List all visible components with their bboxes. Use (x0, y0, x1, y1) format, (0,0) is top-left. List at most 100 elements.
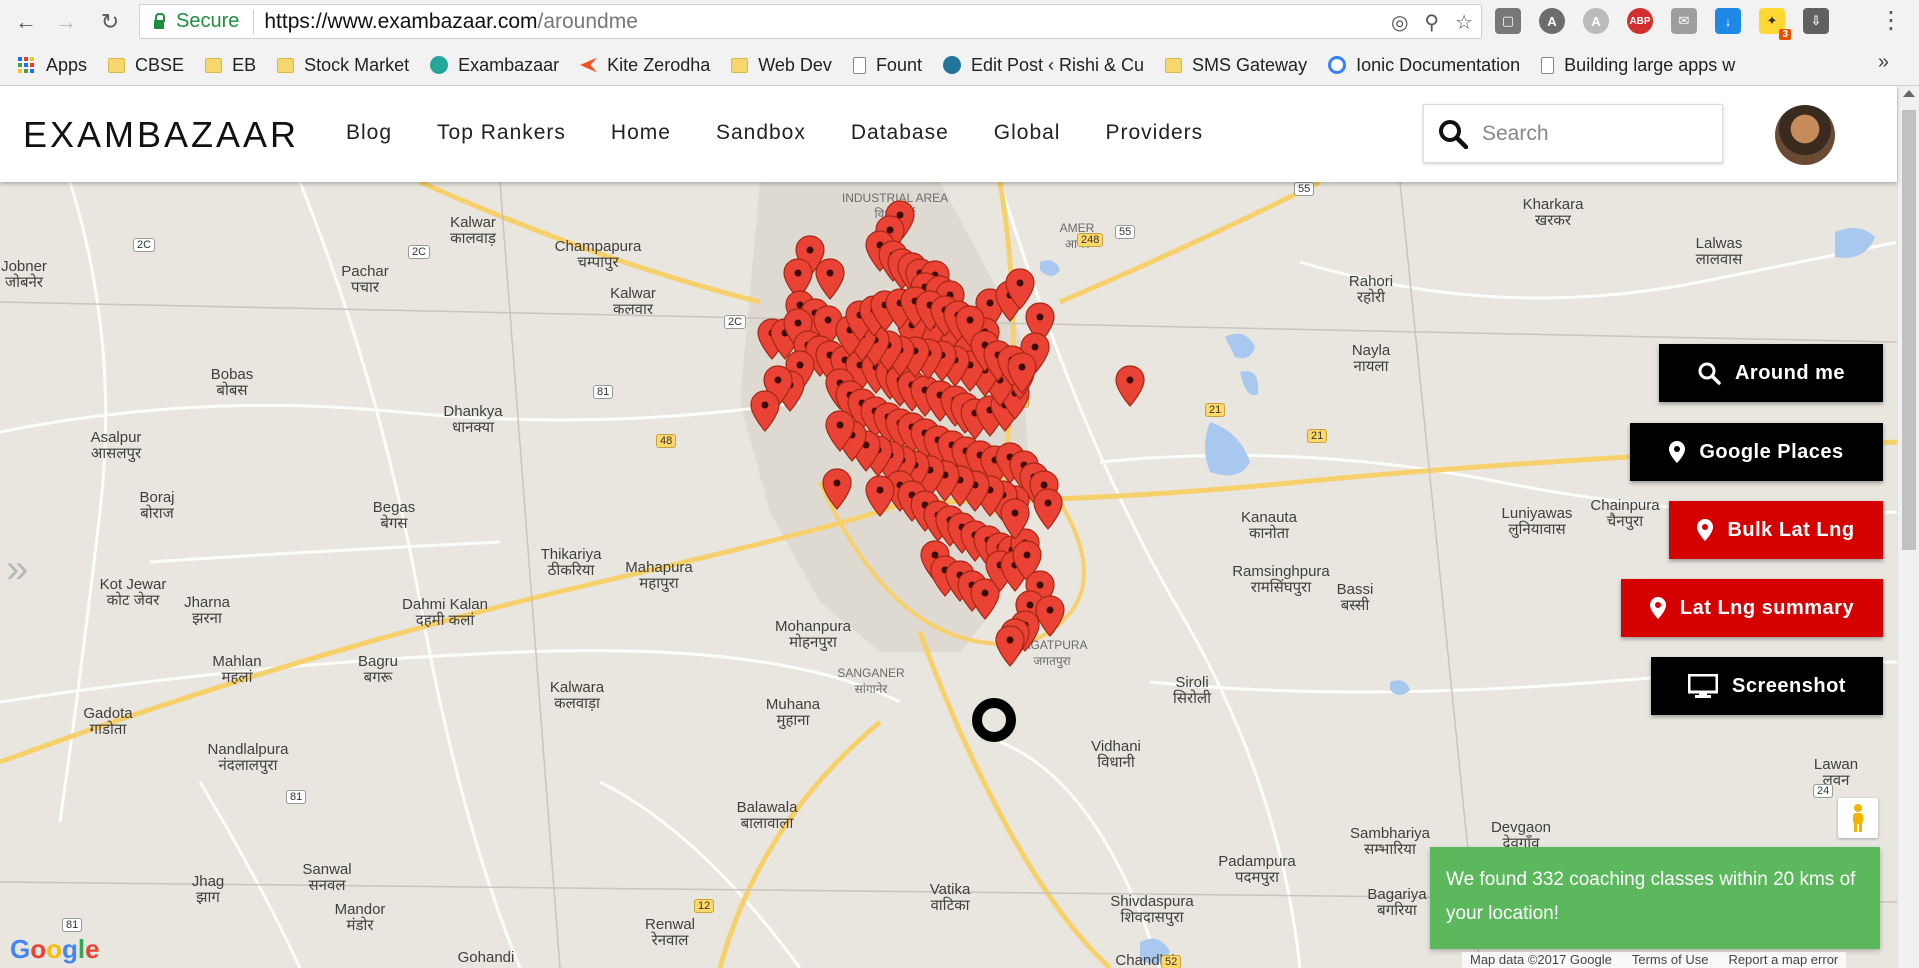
nav-blog[interactable]: Blog (346, 121, 392, 145)
reload-icon[interactable]: ↻ (96, 8, 124, 36)
search-input[interactable] (1482, 121, 1702, 146)
bookmark-apps[interactable]: Apps (18, 55, 87, 76)
screenshot-button[interactable]: Screenshot (1651, 657, 1883, 715)
map-marker-pin-icon[interactable] (865, 475, 895, 517)
extension-icons: ▢ A A ABP ✉ ↓ ✦ 3 ⇩ (1495, 8, 1829, 40)
bulk-lat-lng-button[interactable]: Bulk Lat Lng (1669, 501, 1883, 559)
forward-icon[interactable]: → (52, 8, 80, 36)
download-icon[interactable]: ↓ (1715, 8, 1741, 34)
highway-shield: 81 (286, 790, 307, 804)
folder-icon (277, 57, 295, 73)
angular-grey-icon[interactable]: A (1583, 8, 1609, 34)
report-map-error-link[interactable]: Report a map error (1728, 952, 1838, 968)
map-marker-pin-icon[interactable] (1115, 365, 1145, 407)
bookmark-stock-market[interactable]: Stock Market (277, 55, 409, 76)
folder-icon (205, 57, 223, 73)
bookmark-kite-zerodha[interactable]: Kite Zerodha (580, 55, 710, 76)
place-label: Lalwas लालवास (1695, 235, 1743, 268)
place-label: Kalwar कालवाड़ (450, 214, 496, 247)
current-location-marker[interactable] (972, 698, 1016, 742)
map-marker-pin-icon[interactable] (1007, 352, 1037, 394)
terms-of-use-link[interactable]: Terms of Use (1632, 952, 1709, 968)
place-label: Bagru बगरू (357, 653, 399, 686)
bookmark-ionic[interactable]: Ionic Documentation (1328, 55, 1520, 76)
bookmark-exambazaar[interactable]: Exambazaar (430, 55, 559, 76)
bookmark-building-large-apps[interactable]: Building large apps w (1541, 55, 1735, 76)
screenshot-label: Screenshot (1732, 674, 1846, 697)
adblock-icon[interactable]: ABP (1627, 8, 1653, 34)
place-label: Bassi बस्सी (1336, 581, 1374, 614)
map-marker-pin-icon[interactable] (815, 258, 845, 300)
kite-icon (580, 57, 598, 73)
back-icon[interactable]: ← (12, 8, 40, 36)
nav-global[interactable]: Global (994, 121, 1061, 145)
folder-icon (731, 57, 749, 73)
place-label: Luniyawas लुनियावास (1501, 505, 1573, 538)
bookmark-cbse[interactable]: CBSE (108, 55, 184, 76)
cast-icon[interactable]: ▢ (1495, 8, 1521, 34)
divider (253, 9, 255, 34)
nav-sandbox[interactable]: Sandbox (716, 121, 806, 145)
place-label: Kharkara खरकर (1522, 196, 1584, 229)
nav-top-rankers[interactable]: Top Rankers (437, 121, 566, 145)
bookmark-sms-gateway[interactable]: SMS Gateway (1165, 55, 1307, 76)
map-canvas[interactable]: Kalwar कालवाड़ Champapura चम्पापुर Pachar प… (0, 182, 1897, 968)
google-places-button[interactable]: Google Places (1630, 423, 1883, 481)
nav-providers[interactable]: Providers (1105, 121, 1203, 145)
around-me-button[interactable]: Around me (1659, 344, 1883, 402)
bookmark-web-dev[interactable]: Web Dev (731, 55, 832, 76)
map-marker-pin-icon[interactable] (1000, 498, 1030, 540)
scroll-up-icon[interactable] (1903, 90, 1915, 97)
page-icon (1541, 56, 1555, 74)
place-label: Nayla नायला (1351, 342, 1391, 375)
place-label: Mohanpura मोहनपुरा (775, 618, 851, 651)
place-label: Champapura चम्पापुर (554, 238, 642, 271)
apps-icon (18, 57, 34, 73)
inbox-icon[interactable]: ✉ (1671, 8, 1697, 34)
place-label: Chainpura चैनपुरा (1590, 497, 1660, 530)
place-label: Asalpur आसलपुर (90, 429, 142, 462)
search-box[interactable] (1423, 104, 1723, 163)
highway-shield: 21 (1307, 429, 1328, 443)
place-label: Ramsinghpura रामसिंघपुरा (1232, 563, 1330, 596)
url-text[interactable]: https://www.exambazaar.com/aroundme (264, 10, 638, 34)
expand-panel-icon[interactable]: » (6, 547, 28, 592)
star-icon[interactable]: ☆ (1455, 10, 1473, 35)
place-label: Gadota गाडोता (83, 705, 133, 738)
scrollbar-thumb[interactable] (1902, 110, 1916, 550)
map-marker-pin-icon[interactable] (825, 410, 855, 452)
place-label: Gohandi (457, 949, 515, 966)
place-label: Muhana मुहाना (765, 696, 821, 729)
bookmark-label: Building large apps w (1564, 54, 1736, 75)
lat-lng-summary-button[interactable]: Lat Lng summary (1621, 579, 1883, 637)
bookmark-label: Stock Market (304, 54, 410, 75)
bookmark-edit-post[interactable]: Edit Post ‹ Rishi & Cu (942, 55, 1144, 76)
street-view-pegman-icon[interactable] (1838, 798, 1878, 838)
bulb-icon[interactable]: ✦ 3 (1759, 8, 1791, 40)
brand-logo[interactable]: EXAMBAZAAR (23, 114, 299, 156)
nav-home[interactable]: Home (611, 121, 671, 145)
map-marker-pin-icon[interactable] (995, 625, 1025, 667)
bookmarks-overflow-icon[interactable]: » (1878, 51, 1889, 74)
location-icon[interactable]: ◎ (1391, 10, 1408, 35)
highway-shield: 48 (656, 434, 677, 448)
highway-shield: 24 (1813, 784, 1834, 798)
map-marker-pin-icon[interactable] (750, 390, 780, 432)
page-scrollbar[interactable] (1897, 86, 1919, 968)
address-bar[interactable]: Secure https://www.exambazaar.com/around… (139, 4, 1482, 39)
map-marker-pin-icon[interactable] (1033, 488, 1063, 530)
avatar[interactable] (1775, 105, 1835, 165)
save-icon[interactable]: ⇩ (1803, 8, 1829, 34)
place-label: Mahapura महापुरा (625, 559, 693, 592)
place-label: Kalwara कलवाड़ा (549, 679, 605, 712)
menu-icon[interactable]: ⋮ (1879, 6, 1903, 35)
browser-chrome: ← → ↻ Secure https://www.exambazaar.com/… (0, 0, 1919, 86)
angular-icon[interactable]: A (1539, 8, 1565, 34)
bookmark-eb[interactable]: EB (205, 55, 256, 76)
key-icon[interactable]: ⚲ (1424, 10, 1439, 35)
lock-icon (154, 12, 165, 29)
place-label: Dhankya धानक्या (443, 403, 503, 436)
nav-database[interactable]: Database (851, 121, 949, 145)
bookmark-fount[interactable]: Fount (852, 55, 922, 76)
map-marker-pin-icon[interactable] (822, 468, 852, 510)
